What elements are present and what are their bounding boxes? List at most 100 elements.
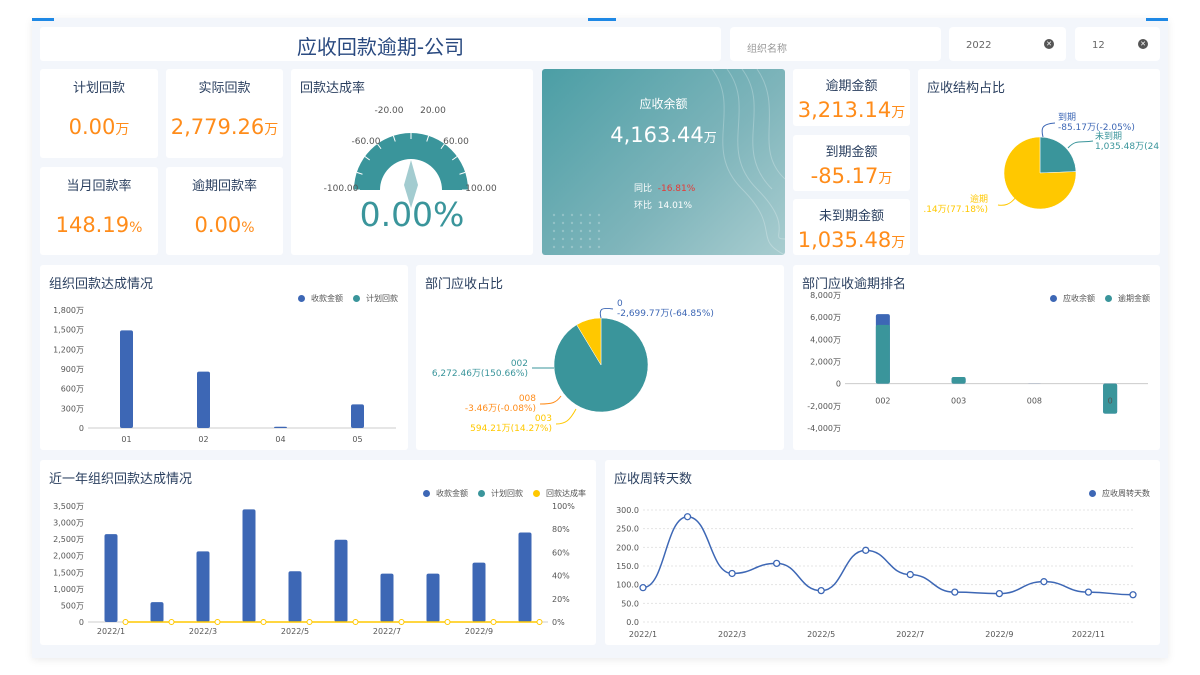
x-tick-label: 2022/1 bbox=[97, 627, 125, 636]
y-tick-label: 0.0 bbox=[626, 618, 639, 627]
clear-icon[interactable]: ✕ bbox=[1138, 39, 1148, 49]
label-line bbox=[539, 395, 562, 405]
y-tick-label: 3,500万 bbox=[53, 502, 84, 511]
kpi-value: 2,779.26万 bbox=[170, 115, 279, 139]
bar bbox=[197, 371, 210, 428]
x-tick-label: 2022/9 bbox=[465, 627, 493, 636]
turnover-line-card: 应收周转天数 0.0 50.0 100.0 150.0 200.0 250.0 300.0 2… bbox=[605, 460, 1160, 645]
rate-point bbox=[444, 619, 451, 625]
y-tick-label: 1,800万 bbox=[53, 306, 84, 315]
dot-decoration bbox=[597, 229, 601, 233]
dot-decoration bbox=[552, 221, 556, 225]
bar bbox=[334, 539, 348, 622]
month-select[interactable]: 12 ✕ bbox=[1075, 27, 1160, 61]
legend-item[interactable]: 逾期金额 bbox=[1105, 293, 1150, 304]
selection-handle[interactable] bbox=[32, 18, 54, 21]
legend[interactable]: 收款金额 计划回款 bbox=[298, 293, 398, 304]
dot-decoration bbox=[570, 237, 574, 241]
selection-handle[interactable] bbox=[588, 18, 616, 21]
not-due-amount-card: 未到期金额 1,035.48万 bbox=[793, 199, 910, 255]
title-bar: 应收回款逾期-公司 bbox=[40, 27, 721, 61]
rate-point bbox=[260, 619, 267, 625]
x-tick-label: 008 bbox=[1027, 397, 1042, 406]
gauge-card: 回款达成率 -100.00 -60.00 -20.00 20.00 60.00 100.0… bbox=[291, 69, 533, 255]
y-tick-label: 1,500万 bbox=[53, 568, 84, 577]
slice-label: -3.46万(-0.08%) bbox=[465, 404, 536, 414]
bar bbox=[288, 571, 302, 622]
chart-svg: 到期-85.17万(-2.05%)未到期1,035.48万(24逾期.14万(7… bbox=[923, 111, 1159, 215]
legend[interactable]: 收款金额 计划回款 回款达成率 bbox=[423, 488, 586, 499]
dot-decoration bbox=[552, 213, 556, 217]
bar bbox=[150, 602, 164, 622]
overdue-amount-card: 逾期金额 3,213.14万 bbox=[793, 69, 910, 126]
year-select[interactable]: 2022 ✕ bbox=[949, 27, 1066, 61]
legend-item[interactable]: 收款金额 bbox=[423, 488, 468, 499]
slice-label: 6,272.46万(150.66%) bbox=[432, 369, 528, 379]
rate-point bbox=[536, 619, 543, 625]
selection-handle[interactable] bbox=[1146, 18, 1168, 21]
y-tick-label: 250.0 bbox=[616, 525, 639, 534]
kpi-month-rate: 当月回款率 148.19% bbox=[40, 167, 158, 255]
mom-label: 环比 bbox=[634, 201, 653, 211]
gauge-tick-label: -20.00 bbox=[374, 106, 403, 116]
slice-name: 008 bbox=[519, 394, 536, 404]
page-title: 应收回款逾期-公司 bbox=[296, 35, 465, 59]
org-name-input[interactable]: 组织名称 bbox=[730, 27, 941, 61]
bar bbox=[351, 404, 364, 428]
dot-decoration bbox=[588, 237, 592, 241]
clear-icon[interactable]: ✕ bbox=[1044, 39, 1054, 49]
legend-item[interactable]: 计划回款 bbox=[478, 488, 523, 499]
month-value: 12 bbox=[1092, 40, 1105, 51]
data-point bbox=[862, 546, 870, 554]
gauge-tick-label: -60.00 bbox=[351, 137, 380, 147]
rate-point bbox=[398, 619, 405, 625]
label-line bbox=[599, 307, 614, 319]
legend-item[interactable]: 收款金额 bbox=[298, 293, 343, 304]
dot-decoration bbox=[597, 245, 601, 249]
y-tick-label: 6,000万 bbox=[810, 313, 841, 322]
rate-point bbox=[122, 619, 129, 625]
dot-decoration bbox=[570, 245, 574, 249]
y-tick-label: 1,000万 bbox=[53, 585, 84, 594]
slice-name: 到期 bbox=[1058, 111, 1076, 123]
receivable-value: 4,163.44万 bbox=[610, 123, 717, 147]
y-tick-label: 1,500万 bbox=[53, 326, 84, 335]
dot-decoration bbox=[579, 237, 583, 241]
kpi-value: -85.17万 bbox=[810, 164, 893, 188]
legend[interactable]: 应收周转天数 bbox=[1089, 488, 1150, 499]
y-tick-label: 300万 bbox=[61, 404, 84, 413]
kpi-value: 0.00万 bbox=[68, 115, 130, 139]
data-point bbox=[1084, 588, 1093, 596]
dept-pie-card: 部门应收占比 0 -2,699.77万(-64.85%) 002 6,272.46万(… bbox=[416, 265, 784, 450]
y-tick-label: 100.0 bbox=[616, 581, 639, 590]
y-tick-label: -4,000万 bbox=[807, 424, 841, 433]
y-tick-label: 500万 bbox=[61, 601, 84, 610]
data-point bbox=[906, 570, 914, 579]
label-line bbox=[1041, 122, 1056, 138]
legend-item[interactable]: 回款达成率 bbox=[533, 488, 586, 499]
label-line bbox=[555, 408, 577, 425]
x-tick-label: 2022/7 bbox=[896, 630, 924, 639]
rate-point bbox=[490, 619, 497, 625]
chart-svg: 0-2,699.77万(-64.85%) 0026,272.46万(150.66%… bbox=[432, 299, 714, 434]
dot-decoration bbox=[597, 213, 601, 217]
bar bbox=[518, 532, 532, 622]
bar bbox=[472, 562, 486, 622]
chart-svg: 0.0 50.0 100.0 150.0 200.0 250.0 300.0 2022/1 20… bbox=[616, 506, 1137, 639]
structure-pie-card: 应收结构占比 到期 -85.17万(-2.05%) 未到期 1,035.48万(24 逾… bbox=[918, 69, 1160, 255]
legend[interactable]: 应收余额 逾期金额 bbox=[1050, 293, 1150, 304]
comparison: 同比 -16.81% 环比 14.01% bbox=[634, 181, 695, 215]
kpi-label: 当月回款率 bbox=[66, 179, 132, 194]
bar bbox=[274, 426, 287, 428]
legend-item[interactable]: 应收余额 bbox=[1050, 293, 1095, 304]
legend-item[interactable]: 计划回款 bbox=[353, 293, 398, 304]
kpi-value: 0.00% bbox=[194, 213, 255, 237]
data-point bbox=[728, 569, 736, 578]
x-tick-label: 2022/5 bbox=[281, 627, 309, 636]
slice-name: 未到期 bbox=[1095, 130, 1122, 142]
dot-decoration bbox=[561, 213, 565, 217]
legend-item[interactable]: 应收周转天数 bbox=[1089, 488, 1150, 499]
data-point bbox=[772, 559, 781, 568]
y2-tick-label: 0% bbox=[552, 618, 565, 627]
y-tick-label: 2,500万 bbox=[53, 535, 84, 544]
